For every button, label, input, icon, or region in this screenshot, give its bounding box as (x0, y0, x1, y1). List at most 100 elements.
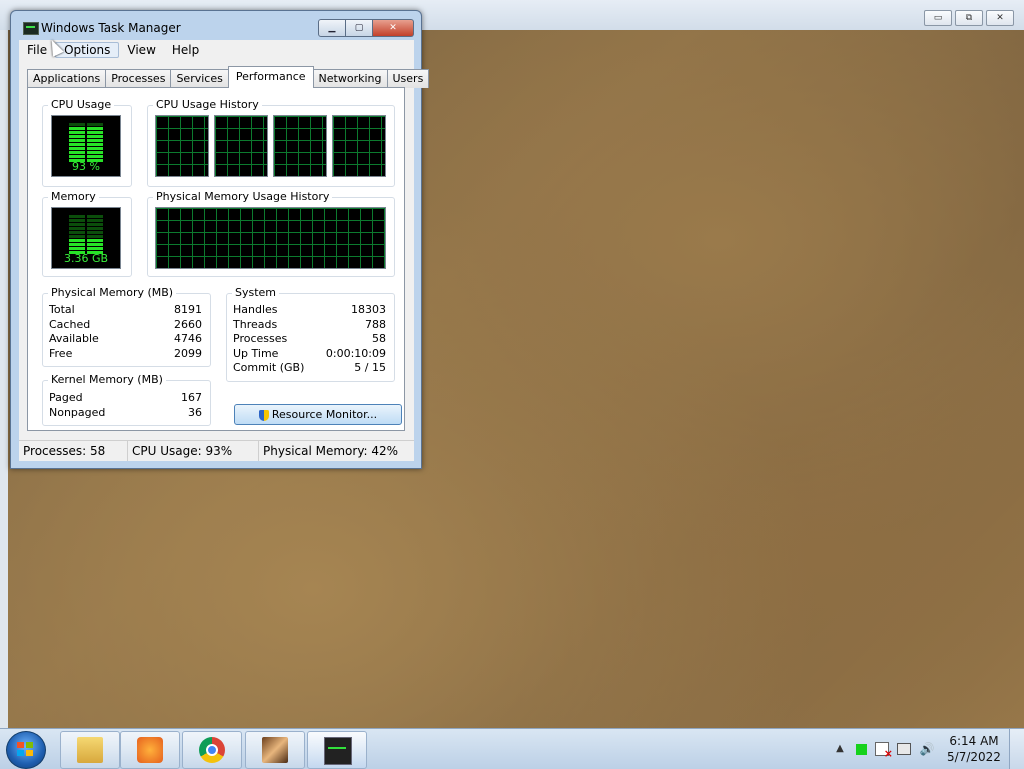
task-manager-taskbar-icon (324, 737, 352, 765)
task-manager-icon (23, 22, 39, 35)
start-button-icon[interactable] (6, 731, 46, 769)
system-handles-label: Handles (233, 303, 278, 316)
system-threads-label: Threads (233, 318, 278, 331)
tab-users[interactable]: Users (386, 69, 430, 88)
memory-meter-segment (69, 215, 103, 218)
clock-time: 6:14 AM (949, 734, 999, 748)
cpu-history-graph-core-1 (155, 115, 209, 177)
window-body: Applications Processes Services Performa… (19, 60, 430, 440)
memory-meter-segment (69, 223, 103, 226)
title-bar[interactable]: Windows Task Manager ▁ ▢ ✕ (19, 17, 414, 39)
menu-bar: File Options View Help (19, 40, 414, 60)
media-player-icon (137, 737, 163, 763)
memory-meter-segment (69, 231, 103, 234)
status-processes: Processes: 58 (19, 441, 128, 461)
system-processes-value: 58 (372, 332, 386, 345)
tab-networking[interactable]: Networking (312, 69, 388, 88)
cpu-usage-value: 93 % (72, 160, 100, 173)
menu-options[interactable]: Options (55, 42, 120, 58)
system-uptime-value: 0:00:10:09 (325, 347, 386, 360)
cpu-meter-segment (69, 127, 103, 130)
menu-view[interactable]: View (119, 43, 163, 57)
folder-icon (77, 737, 103, 763)
tab-strip: Applications Processes Services Performa… (27, 66, 430, 88)
resource-monitor-label: Resource Monitor... (271, 408, 378, 421)
kernel-memory-title: Kernel Memory (MB) (48, 373, 166, 386)
system-tray: ▲ 🔊 6:14 AM 5/7/2022 (828, 729, 1024, 769)
show-hidden-icons-icon[interactable]: ▲ (832, 742, 848, 756)
memory-meter-segment (69, 227, 103, 230)
kernel-memory-nonpaged-value: 36 (188, 406, 202, 419)
window-title: Windows Task Manager (41, 21, 181, 35)
network-icon[interactable] (897, 743, 911, 755)
uac-shield-icon (258, 409, 269, 421)
cpu-meter-segment (69, 143, 103, 146)
status-bar: Processes: 58 CPU Usage: 93% Physical Me… (19, 440, 414, 461)
cpu-usage-label: CPU Usage (48, 98, 115, 111)
physical-memory-cached-label: Cached (49, 318, 91, 331)
memory-meter: 3.36 GB (51, 207, 121, 269)
physical-memory-total-value: 8191 (174, 303, 202, 316)
performance-panel: CPU Usage 93 % CPU Usage History Memory (27, 87, 405, 431)
system-group: System Handles 18303 Threads 788 Process… (226, 286, 395, 382)
show-desktop-button[interactable] (1009, 729, 1024, 769)
remote-close-button[interactable]: ✕ (986, 10, 1014, 26)
cpu-history-group: CPU Usage History (147, 98, 395, 187)
tab-performance[interactable]: Performance (227, 66, 314, 88)
system-handles-value: 18303 (351, 303, 386, 316)
task-manager-window: Windows Task Manager ▁ ▢ ✕ File Options … (10, 10, 430, 469)
system-title: System (232, 286, 280, 299)
taskbar: ▲ 🔊 6:14 AM 5/7/2022 (0, 728, 1024, 769)
task-manager-tray-icon[interactable] (856, 743, 867, 755)
system-uptime-label: Up Time (233, 347, 279, 360)
taskbar-photo-app-button[interactable] (245, 731, 305, 769)
physical-memory-title: Physical Memory (MB) (48, 286, 177, 299)
cpu-meter-segment (69, 139, 103, 142)
taskbar-task-manager-button[interactable] (307, 731, 367, 769)
cpu-usage-bars (69, 123, 103, 163)
clock[interactable]: 6:14 AM 5/7/2022 (939, 733, 1009, 765)
menu-help[interactable]: Help (164, 43, 207, 57)
cpu-meter-segment (69, 155, 103, 158)
close-button[interactable]: ✕ (373, 19, 414, 37)
taskbar-explorer-button[interactable] (60, 731, 120, 769)
memory-value: 3.36 GB (63, 252, 109, 265)
kernel-memory-group: Kernel Memory (MB) Paged 167 Nonpaged 36 (42, 373, 211, 426)
memory-bars (69, 215, 103, 255)
memory-meter-segment (69, 247, 103, 250)
cpu-meter-segment (69, 147, 103, 150)
remote-minimize-button[interactable]: ▭ (924, 10, 952, 26)
system-processes-label: Processes (233, 332, 288, 345)
memory-history-graph (155, 207, 386, 269)
maximize-button[interactable]: ▢ (346, 19, 373, 37)
memory-label: Memory (48, 190, 99, 203)
volume-icon[interactable]: 🔊 (919, 742, 935, 756)
remote-restore-button[interactable]: ⧉ (955, 10, 983, 26)
cpu-history-graph-core-4 (332, 115, 386, 177)
cpu-meter-segment (69, 123, 103, 126)
tab-processes[interactable]: Processes (105, 69, 172, 88)
status-cpu-usage: CPU Usage: 93% (128, 441, 259, 461)
system-threads-value: 788 (365, 318, 386, 331)
action-center-icon[interactable] (875, 742, 893, 761)
cpu-meter-segment (69, 151, 103, 154)
status-physical-memory: Physical Memory: 42% (263, 444, 399, 458)
taskbar-chrome-button[interactable] (182, 731, 242, 769)
taskbar-media-player-button[interactable] (120, 731, 180, 769)
memory-history-group: Physical Memory Usage History (147, 190, 395, 277)
tab-services[interactable]: Services (170, 69, 229, 88)
physical-memory-free-label: Free (49, 347, 73, 360)
kernel-memory-nonpaged-label: Nonpaged (49, 406, 106, 419)
window-controls: ▁ ▢ ✕ (318, 19, 414, 37)
resource-monitor-button[interactable]: Resource Monitor... (234, 404, 402, 425)
physical-memory-free-value: 2099 (174, 347, 202, 360)
tab-applications[interactable]: Applications (27, 69, 107, 88)
cpu-meter-segment (69, 131, 103, 134)
memory-meter-segment (69, 235, 103, 238)
system-commit-label: Commit (GB) (233, 361, 305, 374)
cpu-usage-group: CPU Usage 93 % (42, 98, 132, 187)
minimize-button[interactable]: ▁ (318, 19, 346, 37)
cpu-history-graph-core-2 (214, 115, 268, 177)
remote-frame-left-edge (0, 30, 8, 730)
system-commit-value: 5 / 15 (354, 361, 386, 374)
